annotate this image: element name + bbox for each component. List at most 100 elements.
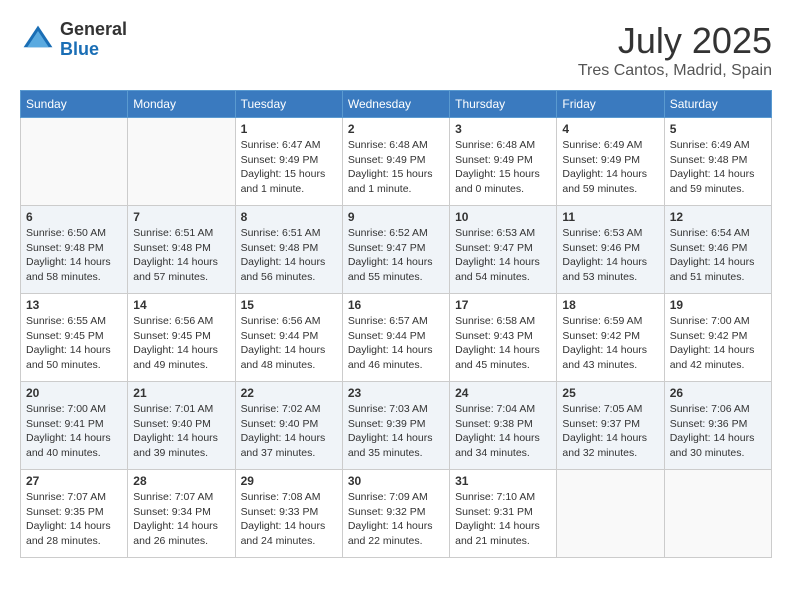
day-info: Sunrise: 6:53 AMSunset: 9:46 PMDaylight:… <box>562 226 658 285</box>
calendar-cell: 18Sunrise: 6:59 AMSunset: 9:42 PMDayligh… <box>557 294 664 382</box>
day-number: 24 <box>455 386 551 400</box>
calendar-week-row: 20 Sunrise: 7:00 AMSunset: 9:41 PMDayligh… <box>21 382 772 470</box>
day-number: 16 <box>348 298 444 312</box>
day-info: Sunrise: 7:10 AMSunset: 9:31 PMDaylight:… <box>455 490 551 549</box>
calendar-cell: 22Sunrise: 7:02 AMSunset: 9:40 PMDayligh… <box>235 382 342 470</box>
day-number: 19 <box>670 298 766 312</box>
weekday-header: Monday <box>128 91 235 118</box>
day-info: Sunrise: 7:00 AMSunset: 9:41 PMDaylight:… <box>26 402 122 461</box>
calendar-cell: 27 Sunrise: 7:07 AMSunset: 9:35 PMDayligh… <box>21 470 128 558</box>
day-info: Sunrise: 7:08 AMSunset: 9:33 PMDaylight:… <box>241 490 337 549</box>
day-number: 15 <box>241 298 337 312</box>
day-number: 30 <box>348 474 444 488</box>
calendar-cell: 9 Sunrise: 6:52 AMSunset: 9:47 PMDaylight… <box>342 206 449 294</box>
location-title: Tres Cantos, Madrid, Spain <box>578 62 772 80</box>
day-info: Sunrise: 7:07 AMSunset: 9:34 PMDaylight:… <box>133 490 229 549</box>
day-number: 12 <box>670 210 766 224</box>
calendar-cell: 5 Sunrise: 6:49 AMSunset: 9:48 PMDaylight… <box>664 118 771 206</box>
calendar-week-row: 6 Sunrise: 6:50 AMSunset: 9:48 PMDaylight… <box>21 206 772 294</box>
day-info: Sunrise: 7:04 AMSunset: 9:38 PMDaylight:… <box>455 402 551 461</box>
calendar-cell: 15 Sunrise: 6:56 AMSunset: 9:44 PMDayligh… <box>235 294 342 382</box>
day-number: 6 <box>26 210 122 224</box>
weekday-header: Thursday <box>450 91 557 118</box>
day-info: Sunrise: 7:00 AMSunset: 9:42 PMDaylight:… <box>670 314 766 373</box>
calendar-week-row: 1Sunrise: 6:47 AMSunset: 9:49 PMDaylight… <box>21 118 772 206</box>
day-info: Sunrise: 6:49 AMSunset: 9:48 PMDaylight:… <box>670 138 766 197</box>
day-info: Sunrise: 6:56 AMSunset: 9:45 PMDaylight:… <box>133 314 229 373</box>
day-number: 21 <box>133 386 229 400</box>
day-number: 4 <box>562 122 658 136</box>
day-number: 3 <box>455 122 551 136</box>
weekday-header: Tuesday <box>235 91 342 118</box>
day-number: 7 <box>133 210 229 224</box>
calendar-cell: 17 Sunrise: 6:58 AMSunset: 9:43 PMDayligh… <box>450 294 557 382</box>
calendar-cell <box>128 118 235 206</box>
calendar-cell: 25 Sunrise: 7:05 AMSunset: 9:37 PMDayligh… <box>557 382 664 470</box>
day-info: Sunrise: 7:09 AMSunset: 9:32 PMDaylight:… <box>348 490 444 549</box>
day-info: Sunrise: 6:48 AMSunset: 9:49 PMDaylight:… <box>348 138 444 197</box>
day-info: Sunrise: 6:51 AMSunset: 9:48 PMDaylight:… <box>241 226 337 285</box>
calendar-cell: 23 Sunrise: 7:03 AMSunset: 9:39 PMDayligh… <box>342 382 449 470</box>
day-number: 26 <box>670 386 766 400</box>
calendar-cell: 10 Sunrise: 6:53 AMSunset: 9:47 PMDayligh… <box>450 206 557 294</box>
weekday-header: Wednesday <box>342 91 449 118</box>
day-info: Sunrise: 6:56 AMSunset: 9:44 PMDaylight:… <box>241 314 337 373</box>
day-info: Sunrise: 7:06 AMSunset: 9:36 PMDaylight:… <box>670 402 766 461</box>
day-info: Sunrise: 7:03 AMSunset: 9:39 PMDaylight:… <box>348 402 444 461</box>
day-number: 10 <box>455 210 551 224</box>
weekday-header-row: SundayMondayTuesdayWednesdayThursdayFrid… <box>21 91 772 118</box>
calendar-cell: 3 Sunrise: 6:48 AMSunset: 9:49 PMDaylight… <box>450 118 557 206</box>
day-info: Sunrise: 6:58 AMSunset: 9:43 PMDaylight:… <box>455 314 551 373</box>
page-header: General Blue July 2025 Tres Cantos, Madr… <box>20 20 772 80</box>
day-info: Sunrise: 6:54 AMSunset: 9:46 PMDaylight:… <box>670 226 766 285</box>
day-info: Sunrise: 7:07 AMSunset: 9:35 PMDaylight:… <box>26 490 122 549</box>
day-number: 11 <box>562 210 658 224</box>
day-number: 14 <box>133 298 229 312</box>
calendar-cell: 6 Sunrise: 6:50 AMSunset: 9:48 PMDaylight… <box>21 206 128 294</box>
weekday-header: Friday <box>557 91 664 118</box>
calendar-cell: 13Sunrise: 6:55 AMSunset: 9:45 PMDayligh… <box>21 294 128 382</box>
calendar-cell: 14 Sunrise: 6:56 AMSunset: 9:45 PMDayligh… <box>128 294 235 382</box>
day-info: Sunrise: 6:49 AMSunset: 9:49 PMDaylight:… <box>562 138 658 197</box>
day-number: 5 <box>670 122 766 136</box>
logo-icon <box>20 22 56 58</box>
day-info: Sunrise: 6:55 AMSunset: 9:45 PMDaylight:… <box>26 314 122 373</box>
calendar-cell: 31 Sunrise: 7:10 AMSunset: 9:31 PMDayligh… <box>450 470 557 558</box>
calendar-week-row: 13Sunrise: 6:55 AMSunset: 9:45 PMDayligh… <box>21 294 772 382</box>
calendar-cell: 16Sunrise: 6:57 AMSunset: 9:44 PMDayligh… <box>342 294 449 382</box>
day-info: Sunrise: 6:53 AMSunset: 9:47 PMDaylight:… <box>455 226 551 285</box>
day-number: 18 <box>562 298 658 312</box>
calendar-cell: 2Sunrise: 6:48 AMSunset: 9:49 PMDaylight… <box>342 118 449 206</box>
day-number: 9 <box>348 210 444 224</box>
day-number: 17 <box>455 298 551 312</box>
calendar-cell: 4 Sunrise: 6:49 AMSunset: 9:49 PMDaylight… <box>557 118 664 206</box>
day-info: Sunrise: 6:50 AMSunset: 9:48 PMDaylight:… <box>26 226 122 285</box>
day-number: 1 <box>241 122 337 136</box>
day-info: Sunrise: 6:52 AMSunset: 9:47 PMDaylight:… <box>348 226 444 285</box>
logo-text: General Blue <box>60 20 127 60</box>
calendar-table: SundayMondayTuesdayWednesdayThursdayFrid… <box>20 90 772 558</box>
calendar-cell <box>557 470 664 558</box>
day-info: Sunrise: 6:48 AMSunset: 9:49 PMDaylight:… <box>455 138 551 197</box>
title-block: July 2025 Tres Cantos, Madrid, Spain <box>578 20 772 80</box>
calendar-cell: 21 Sunrise: 7:01 AMSunset: 9:40 PMDayligh… <box>128 382 235 470</box>
calendar-cell: 11 Sunrise: 6:53 AMSunset: 9:46 PMDayligh… <box>557 206 664 294</box>
calendar-cell: 26 Sunrise: 7:06 AMSunset: 9:36 PMDayligh… <box>664 382 771 470</box>
calendar-cell: 28Sunrise: 7:07 AMSunset: 9:34 PMDayligh… <box>128 470 235 558</box>
day-number: 29 <box>241 474 337 488</box>
day-number: 20 <box>26 386 122 400</box>
day-number: 25 <box>562 386 658 400</box>
day-number: 8 <box>241 210 337 224</box>
day-info: Sunrise: 7:01 AMSunset: 9:40 PMDaylight:… <box>133 402 229 461</box>
calendar-cell: 1Sunrise: 6:47 AMSunset: 9:49 PMDaylight… <box>235 118 342 206</box>
calendar-week-row: 27 Sunrise: 7:07 AMSunset: 9:35 PMDayligh… <box>21 470 772 558</box>
calendar-cell <box>664 470 771 558</box>
day-number: 23 <box>348 386 444 400</box>
day-number: 27 <box>26 474 122 488</box>
day-info: Sunrise: 7:05 AMSunset: 9:37 PMDaylight:… <box>562 402 658 461</box>
calendar-cell: 20 Sunrise: 7:00 AMSunset: 9:41 PMDayligh… <box>21 382 128 470</box>
logo: General Blue <box>20 20 127 60</box>
calendar-cell: 24 Sunrise: 7:04 AMSunset: 9:38 PMDayligh… <box>450 382 557 470</box>
day-number: 31 <box>455 474 551 488</box>
calendar-cell: 19 Sunrise: 7:00 AMSunset: 9:42 PMDayligh… <box>664 294 771 382</box>
